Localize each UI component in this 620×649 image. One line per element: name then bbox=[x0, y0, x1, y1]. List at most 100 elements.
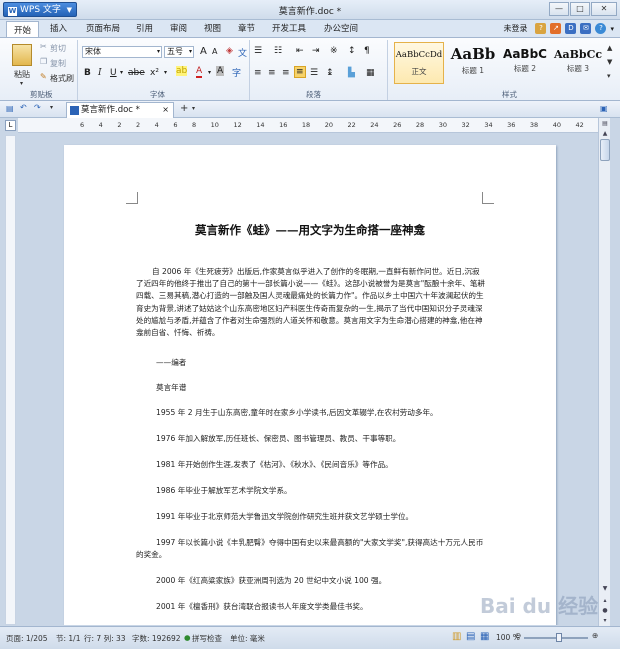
tab-developer[interactable]: 开发工具 bbox=[272, 22, 306, 34]
tab-chapter[interactable]: 章节 bbox=[238, 22, 255, 34]
restore-button[interactable]: □ bbox=[570, 2, 590, 16]
copy-icon[interactable]: ❐ bbox=[40, 57, 47, 66]
paragraph-mark-icon[interactable]: ¶ bbox=[364, 46, 370, 56]
phonetic-icon[interactable]: 字 bbox=[232, 66, 241, 79]
new-tab-button[interactable]: + bbox=[180, 103, 188, 114]
numbering-icon[interactable]: ☷ bbox=[274, 46, 282, 56]
align-center-icon[interactable]: ≡ bbox=[268, 68, 276, 78]
grow-font-button[interactable]: A bbox=[200, 46, 207, 57]
font-name-select[interactable]: 宋体 ▾ bbox=[82, 46, 162, 58]
mail-icon[interactable]: ✉ bbox=[580, 23, 592, 34]
next-page-icon[interactable]: ▾ bbox=[600, 616, 610, 626]
paste-icon[interactable] bbox=[12, 44, 32, 66]
clear-format-icon[interactable]: ◈ bbox=[226, 46, 233, 56]
word-count[interactable]: 字数: 192692 bbox=[132, 633, 181, 644]
unit-indicator[interactable]: 单位: 毫米 bbox=[230, 633, 265, 644]
bullets-icon[interactable]: ☰ bbox=[254, 46, 262, 56]
cut-button[interactable]: 剪切 bbox=[50, 43, 66, 54]
chinese-layout-icon[interactable]: ※ bbox=[330, 46, 338, 56]
style-heading-1[interactable]: AaBb 标题 1 bbox=[448, 42, 498, 84]
copy-button[interactable]: 复制 bbox=[50, 58, 66, 69]
shading-icon[interactable]: ▙ bbox=[348, 68, 355, 78]
chevron-down-icon[interactable]: ▾ bbox=[50, 104, 53, 111]
outline-view-icon[interactable]: ▤ bbox=[466, 631, 475, 642]
page-view-icon[interactable]: ▥ bbox=[452, 631, 461, 642]
char-shading-icon[interactable]: A bbox=[216, 66, 225, 76]
style-heading-2[interactable]: AaBbC 标题 2 bbox=[500, 42, 550, 84]
select-browse-icon[interactable]: ● bbox=[600, 606, 610, 616]
tab-stop-selector[interactable]: L bbox=[5, 120, 16, 131]
font-color-icon[interactable]: A bbox=[196, 66, 203, 78]
web-view-icon[interactable]: ▦ bbox=[480, 631, 489, 642]
tab-home[interactable]: 开始 bbox=[6, 21, 40, 37]
font-size-select[interactable]: 五号 ▾ bbox=[164, 46, 194, 58]
tab-office-space[interactable]: 办公空间 bbox=[324, 22, 358, 34]
chevron-down-icon[interactable]: ▾ bbox=[610, 25, 614, 33]
scroll-down-icon[interactable]: ▼ bbox=[600, 584, 610, 594]
increase-indent-icon[interactable]: ⇥ bbox=[312, 46, 320, 56]
ruler-toggle-icon[interactable]: ▤ bbox=[600, 119, 610, 129]
document-page[interactable]: 莫言新作《蛙》——用文字为生命搭一座神龛 自 2006 年《生死疲劳》出版后,作… bbox=[64, 145, 556, 625]
close-button[interactable]: ✕ bbox=[591, 2, 617, 16]
vertical-ruler[interactable] bbox=[5, 135, 16, 625]
tab-view[interactable]: 视图 bbox=[204, 22, 221, 34]
horizontal-ruler[interactable]: 6 4 2 2 4 6 8 10 12 14 16 18 20 22 24 26… bbox=[18, 118, 610, 133]
scroll-thumb[interactable] bbox=[600, 139, 610, 161]
sort-icon[interactable]: ↕ bbox=[348, 46, 356, 56]
zoom-in-icon[interactable]: ⊕ bbox=[592, 631, 598, 640]
tab-references[interactable]: 引用 bbox=[136, 22, 153, 34]
chevron-down-icon[interactable]: ▾ bbox=[120, 69, 123, 76]
minimize-button[interactable]: — bbox=[549, 2, 569, 16]
new-doc-icon[interactable]: ▤ bbox=[6, 104, 14, 113]
borders-icon[interactable]: ▦ bbox=[366, 68, 375, 78]
styles-more-icon[interactable]: ▾ bbox=[607, 72, 611, 80]
skin-icon[interactable]: ? bbox=[535, 23, 547, 34]
tab-page-layout[interactable]: 页面布局 bbox=[86, 22, 120, 34]
highlight-icon[interactable]: ab bbox=[176, 66, 188, 76]
chevron-down-icon[interactable]: ▾ bbox=[20, 80, 23, 87]
tab-insert[interactable]: 插入 bbox=[50, 22, 67, 34]
tab-document[interactable]: 莫言新作.doc * × bbox=[66, 102, 174, 118]
chevron-down-icon[interactable]: ▾ bbox=[164, 69, 167, 76]
styles-scroll-down-icon[interactable]: ▼ bbox=[607, 58, 612, 66]
align-right-icon[interactable]: ≡ bbox=[282, 68, 290, 78]
zoom-slider-thumb[interactable] bbox=[556, 633, 562, 642]
bold-button[interactable]: B bbox=[84, 68, 91, 78]
style-normal[interactable]: AaBbCcDd 正文 bbox=[394, 42, 444, 84]
help-icon[interactable]: ? bbox=[595, 23, 607, 34]
close-icon[interactable]: × bbox=[162, 103, 169, 117]
redo-icon[interactable]: ↷ bbox=[34, 103, 41, 112]
style-heading-3[interactable]: AaBbCc 标题 3 bbox=[552, 42, 604, 84]
task-pane-icon[interactable]: ▣ bbox=[600, 104, 608, 113]
underline-button[interactable]: U bbox=[110, 68, 117, 78]
align-left-icon[interactable]: ≡ bbox=[254, 68, 262, 78]
vertical-scrollbar[interactable]: ▤ ▲ ▼ ▴ ● ▾ bbox=[598, 118, 610, 626]
line-spacing-icon[interactable]: ↨ bbox=[326, 68, 334, 78]
login-status[interactable]: 未登录 bbox=[503, 23, 527, 34]
distributed-icon[interactable]: ☰ bbox=[310, 68, 318, 78]
page-indicator[interactable]: 页面: 1/205 bbox=[6, 633, 48, 644]
chevron-down-icon[interactable]: ▾ bbox=[192, 105, 195, 112]
bio-entry: 1981 年开始创作生涯,发表了《枯河》、《秋水》、《民间音乐》等作品。 bbox=[156, 460, 393, 469]
tab-review[interactable]: 审阅 bbox=[170, 22, 187, 34]
undo-icon[interactable]: ↶ bbox=[20, 103, 27, 112]
share-icon[interactable]: ↗ bbox=[550, 23, 562, 34]
chevron-down-icon[interactable]: ▾ bbox=[208, 69, 211, 76]
decrease-indent-icon[interactable]: ⇤ bbox=[296, 46, 304, 56]
styles-scroll-up-icon[interactable]: ▲ bbox=[607, 44, 612, 52]
shrink-font-button[interactable]: A bbox=[212, 47, 217, 56]
format-painter-icon[interactable]: ✎ bbox=[40, 72, 47, 81]
zoom-out-icon[interactable]: ⊖ bbox=[515, 631, 521, 640]
justify-icon[interactable]: ≡ bbox=[294, 66, 306, 78]
pinyin-icon[interactable]: 文 bbox=[238, 46, 247, 59]
format-painter-button[interactable]: 格式刷 bbox=[50, 73, 74, 84]
paste-button[interactable]: 粘贴 bbox=[14, 69, 30, 80]
previous-page-icon[interactable]: ▴ bbox=[600, 596, 610, 606]
spell-check-toggle[interactable]: 拼写检查 bbox=[192, 633, 222, 644]
scroll-up-icon[interactable]: ▲ bbox=[600, 129, 610, 139]
superscript-icon[interactable]: x² bbox=[150, 68, 159, 78]
document-icon[interactable]: D bbox=[565, 23, 577, 34]
italic-button[interactable]: I bbox=[98, 68, 102, 78]
strikethrough-icon[interactable]: abe bbox=[128, 68, 145, 78]
cut-icon[interactable]: ✂ bbox=[40, 42, 47, 51]
